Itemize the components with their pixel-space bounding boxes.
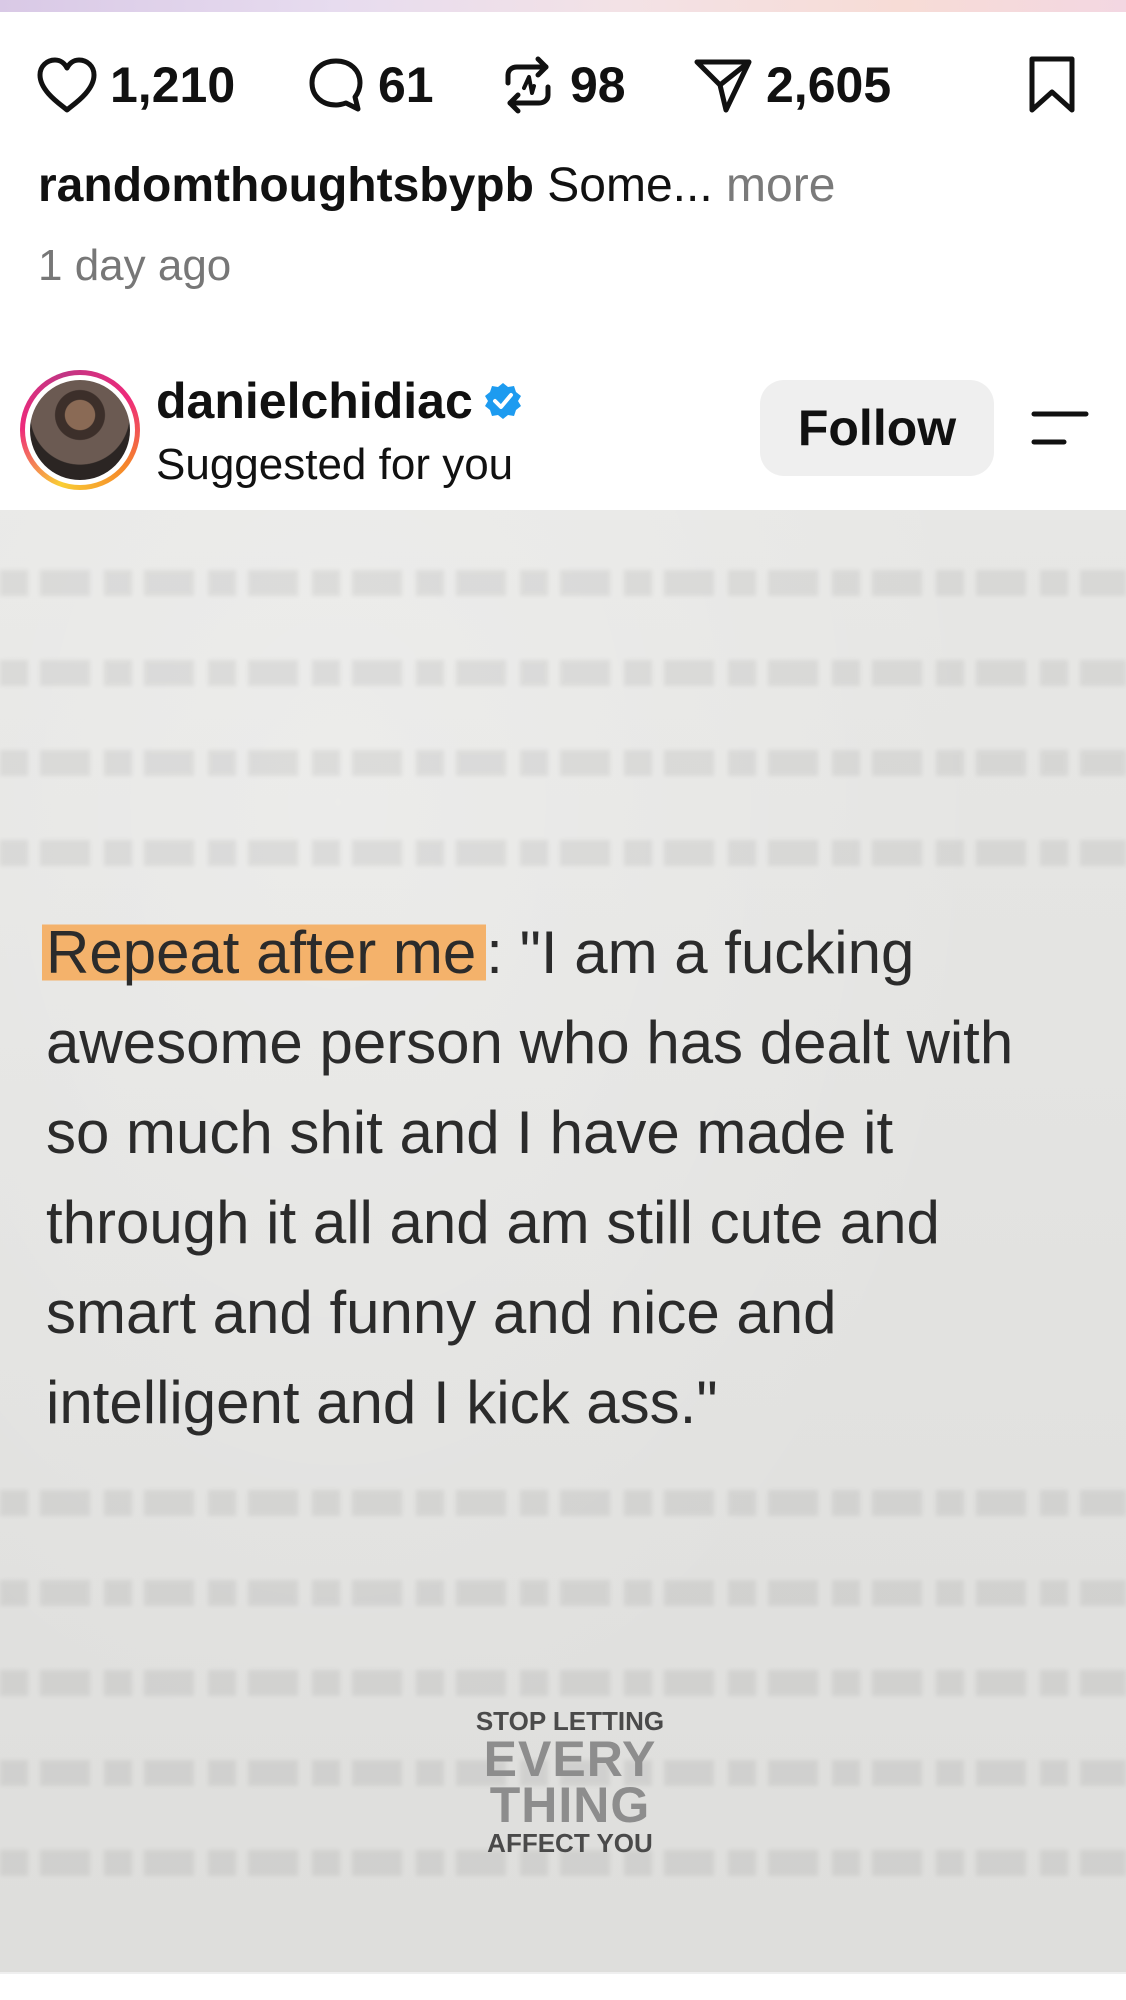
like-count: 1,210 [110, 57, 236, 113]
follow-button[interactable]: Follow [760, 380, 994, 476]
post-caption: randomthoughtsbypb Some... more [38, 156, 1098, 216]
book-logo-line2: EVERY [483, 1731, 657, 1787]
caption-more-link[interactable]: more [726, 159, 835, 212]
save-button[interactable] [1024, 40, 1080, 130]
repost-button[interactable]: 98 [498, 40, 626, 130]
quote-body: : "I am a fucking awesome person who has… [46, 919, 1014, 1436]
post-image[interactable]: Repeat after me: "I am a fucking awesome… [0, 510, 1126, 1972]
verified-badge-icon [484, 383, 521, 419]
divider [0, 1972, 1126, 1974]
menu-icon[interactable] [1028, 406, 1092, 450]
post-timestamp: 1 day ago [38, 241, 232, 290]
avatar [30, 380, 130, 480]
bookmark-icon [1029, 56, 1075, 113]
suggested-label: Suggested for you [156, 440, 514, 489]
comment-button[interactable]: 61 [306, 40, 434, 130]
like-button[interactable]: 1,210 [36, 40, 235, 130]
caption-text: Some... [547, 159, 713, 212]
heart-icon [37, 57, 97, 113]
comment-icon [309, 58, 363, 112]
share-icon [694, 59, 752, 113]
book-logo-line4: AFFECT YOU [487, 1828, 653, 1858]
book-logo-line3: THING [489, 1777, 651, 1833]
quote-highlight: Repeat after me [42, 919, 487, 986]
comment-count: 61 [378, 57, 434, 113]
repost-icon [505, 56, 551, 114]
post-username[interactable]: danielchidiac [156, 370, 523, 432]
book-logo: STOP LETTING EVERY THING AFFECT YOU [420, 1706, 720, 1858]
repost-count: 98 [570, 57, 626, 113]
top-image-strip [0, 0, 1126, 12]
quote-text: Repeat after me: "I am a fucking awesome… [42, 908, 1086, 1448]
post-action-bar: 1,210 61 98 2,605 [0, 40, 1126, 130]
share-button[interactable]: 2,605 [692, 40, 891, 130]
post-header: danielchidiac Suggested for you Follow [0, 360, 1126, 500]
share-count: 2,605 [766, 57, 892, 113]
caption-username[interactable]: randomthoughtsbypb [38, 159, 534, 212]
avatar-story-ring[interactable] [20, 370, 140, 490]
post-username-label: danielchidiac [156, 373, 473, 429]
